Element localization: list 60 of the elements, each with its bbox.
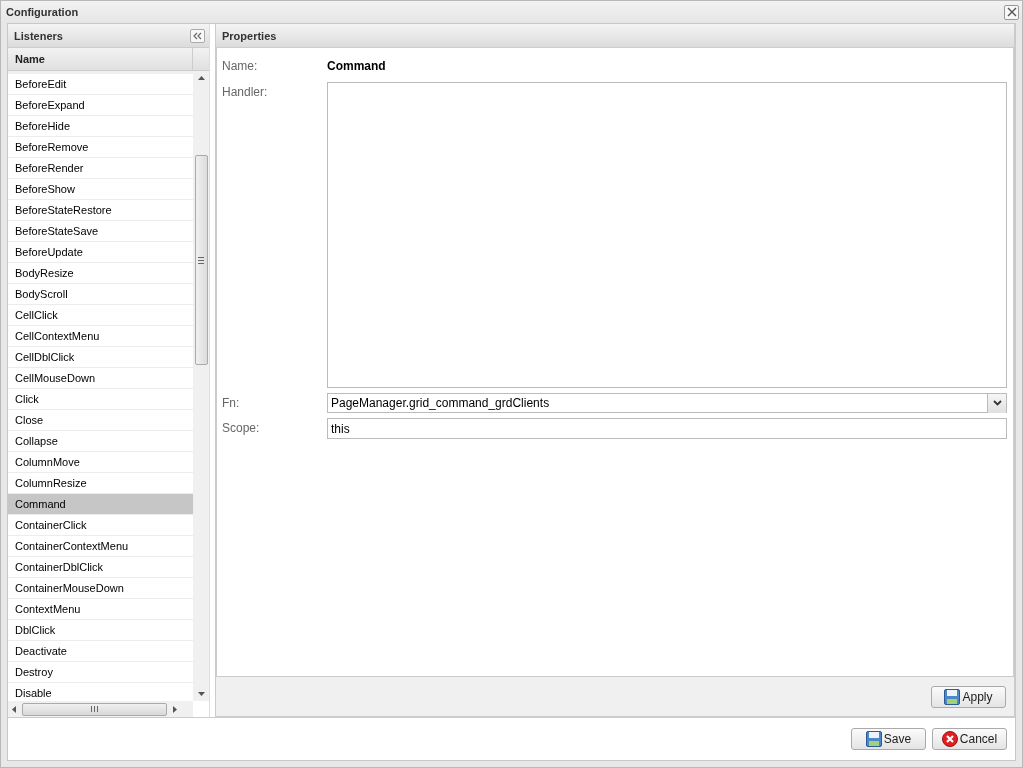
horizontal-scrollbar[interactable]	[8, 701, 193, 717]
panel-title: Listeners	[14, 29, 63, 42]
window-title: Configuration	[6, 6, 79, 18]
list-row[interactable]: CellContextMenu	[8, 326, 193, 347]
list-row[interactable]: Close	[8, 410, 193, 431]
double-chevron-icon	[193, 31, 202, 40]
list-row[interactable]: BeforeStateSave	[8, 221, 193, 242]
list-row[interactable]: ColumnMove	[8, 452, 193, 473]
list-row[interactable]: BeforeExpand	[8, 95, 193, 116]
list-row[interactable]: BeforeShow	[8, 179, 193, 200]
field-label: Scope:	[222, 420, 261, 435]
list-row[interactable]: DblClick	[8, 620, 193, 641]
scroll-thumb[interactable]	[194, 155, 208, 365]
list-row[interactable]: ContainerDblClick	[8, 557, 193, 578]
close-icon	[1006, 7, 1017, 17]
apply-button[interactable]: Apply	[931, 685, 1006, 708]
field-label: Name:	[222, 58, 259, 73]
list-row[interactable]: Collapse	[8, 431, 193, 452]
list-row[interactable]: BodyResize	[8, 263, 193, 284]
scroll-thumb[interactable]	[22, 702, 167, 716]
field-label: Fn:	[222, 395, 241, 410]
field-value: Command	[327, 58, 386, 75]
cancel-button[interactable]: Cancel	[932, 728, 1007, 750]
list-row[interactable]: ContainerContextMenu	[8, 536, 193, 557]
collapse-button[interactable]	[190, 28, 205, 43]
list-row[interactable]: Disable	[8, 683, 193, 701]
scope-field[interactable]: this	[327, 418, 1007, 439]
chevron-down-icon	[992, 400, 1002, 406]
left-arrow-icon	[12, 705, 16, 713]
list-row[interactable]: BeforeEdit	[8, 74, 193, 95]
panel-title: Properties	[222, 29, 277, 42]
grip-icon	[198, 256, 204, 264]
field-label: Handler:	[222, 84, 269, 99]
list-row[interactable]: ContainerClick	[8, 515, 193, 536]
close-button[interactable]	[1004, 4, 1019, 20]
down-arrow-icon	[197, 692, 205, 696]
list-row[interactable]: BeforeRender	[8, 158, 193, 179]
save-button[interactable]: Save	[851, 728, 926, 750]
list-row[interactable]: ContainerMouseDown	[8, 578, 193, 599]
up-arrow-icon	[197, 76, 205, 80]
list-row[interactable]: BeforeStateRestore	[8, 200, 193, 221]
list-row[interactable]: ContextMenu	[8, 599, 193, 620]
list-row[interactable]: Deactivate	[8, 641, 193, 662]
grip-icon	[91, 706, 98, 712]
list-row[interactable]: BodyScroll	[8, 284, 193, 305]
list-row[interactable]: ColumnResize	[8, 473, 193, 494]
cancel-icon	[941, 731, 958, 747]
dropdown-trigger[interactable]	[987, 393, 1006, 413]
fn-combobox[interactable]: PageManager.grid_command_grdClients	[327, 393, 1007, 413]
list-row[interactable]: Click	[8, 389, 193, 410]
handler-textarea[interactable]	[327, 82, 1007, 388]
list-row[interactable]: BeforeHide	[8, 116, 193, 137]
list-row[interactable]: CellDblClick	[8, 347, 193, 368]
right-arrow-icon	[173, 705, 177, 713]
list-row[interactable]: CellMouseDown	[8, 368, 193, 389]
list-row[interactable]: Command	[8, 494, 193, 515]
list-row[interactable]: BeforeUpdate	[8, 242, 193, 263]
list-row[interactable]: Destroy	[8, 662, 193, 683]
list-row[interactable]: CellClick	[8, 305, 193, 326]
list-row[interactable]: BeforeRemove	[8, 137, 193, 158]
